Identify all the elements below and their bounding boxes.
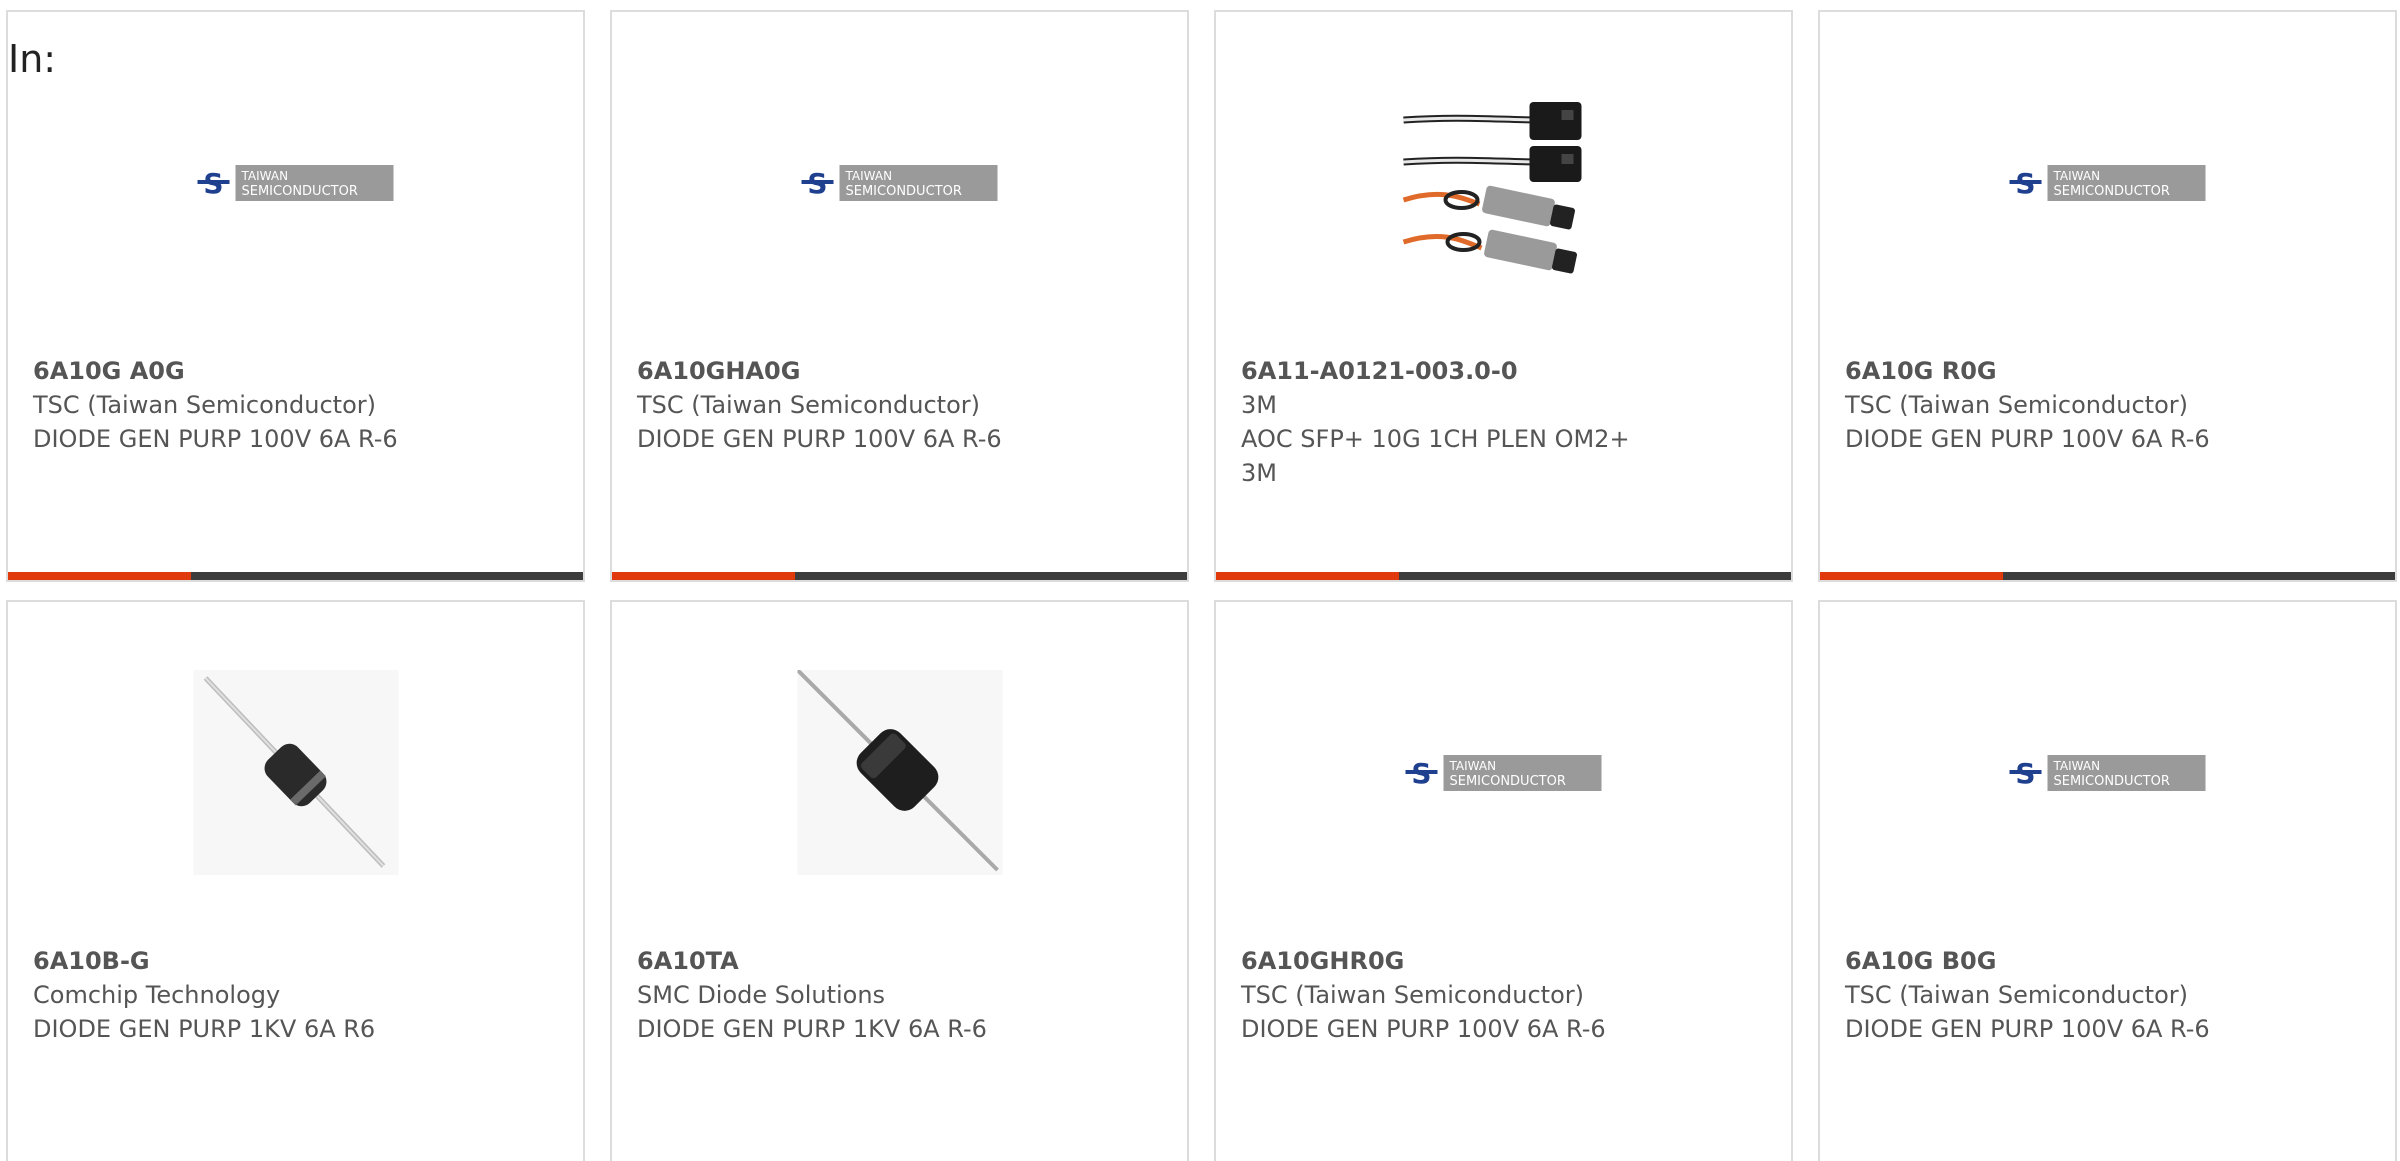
product-info: 6A10G R0G TSC (Taiwan Semiconductor) DIO… (1845, 354, 2375, 456)
manufacturer: TSC (Taiwan Semiconductor) (1241, 981, 1584, 1009)
tsc-logo-icon: S TAIWAN SEMICONDUCTOR (799, 163, 1000, 203)
svg-text:TAIWAN: TAIWAN (845, 169, 893, 183)
card-bottom-bar (1216, 572, 1791, 580)
part-number-link[interactable]: 6A10G R0G (1845, 354, 2375, 388)
part-number-link[interactable]: 6A11-A0121-003.0-0 (1241, 354, 1771, 388)
card-accent-bar (1820, 572, 2003, 580)
in-label: In: (8, 37, 57, 81)
card-bottom-bar (8, 572, 583, 580)
extra-line: 3M (1241, 459, 1277, 487)
product-grid-page: In: S TAIWAN SEMICONDUCTOR 6A10G A0G TSC… (0, 0, 2400, 1161)
manufacturer: TSC (Taiwan Semiconductor) (1845, 391, 2188, 419)
sfp-cable-icon (1402, 102, 1581, 274)
tsc-logo-icon: S TAIWAN SEMICONDUCTOR (2007, 163, 2208, 203)
description: DIODE GEN PURP 1KV 6A R6 (33, 1015, 376, 1043)
card-accent-bar (8, 572, 191, 580)
part-number-link[interactable]: 6A10B-G (33, 944, 563, 978)
product-card[interactable]: 6A10TA SMC Diode Solutions DIODE GEN PUR… (610, 600, 1189, 1161)
product-card[interactable]: S TAIWAN SEMICONDUCTOR 6A10GHA0G TSC (Ta… (610, 10, 1189, 582)
svg-text:SEMICONDUCTOR: SEMICONDUCTOR (1450, 774, 1566, 789)
product-info: 6A10G A0G TSC (Taiwan Semiconductor) DIO… (33, 354, 563, 456)
description: DIODE GEN PURP 100V 6A R-6 (1845, 425, 2210, 453)
product-card[interactable]: S TAIWAN SEMICONDUCTOR 6A10G R0G TSC (Ta… (1818, 10, 2397, 582)
svg-text:SEMICONDUCTOR: SEMICONDUCTOR (2054, 774, 2170, 789)
svg-text:SEMICONDUCTOR: SEMICONDUCTOR (846, 184, 962, 199)
product-card[interactable]: 6A11-A0121-003.0-0 3M AOC SFP+ 10G 1CH P… (1214, 10, 1793, 582)
tsc-logo-icon: S TAIWAN SEMICONDUCTOR (195, 163, 396, 203)
product-image[interactable]: S TAIWAN SEMICONDUCTOR (2005, 670, 2210, 875)
product-image[interactable] (1401, 80, 1606, 285)
product-card[interactable]: S TAIWAN SEMICONDUCTOR 6A10G A0G TSC (Ta… (6, 10, 585, 582)
part-number-link[interactable]: 6A10G B0G (1845, 944, 2375, 978)
manufacturer: TSC (Taiwan Semiconductor) (1845, 981, 2188, 1009)
card-bottom-bar (612, 572, 1187, 580)
product-info: 6A10G B0G TSC (Taiwan Semiconductor) DIO… (1845, 944, 2375, 1046)
part-number-link[interactable]: 6A10TA (637, 944, 1167, 978)
part-number-link[interactable]: 6A10GHA0G (637, 354, 1167, 388)
product-image[interactable]: S TAIWAN SEMICONDUCTOR (797, 80, 1002, 285)
svg-text:TAIWAN: TAIWAN (2053, 759, 2101, 773)
product-card[interactable]: S TAIWAN SEMICONDUCTOR 6A10G B0G TSC (Ta… (1818, 600, 2397, 1161)
manufacturer: 3M (1241, 391, 1277, 419)
description: DIODE GEN PURP 100V 6A R-6 (1845, 1015, 2210, 1043)
diode-icon (797, 670, 1002, 875)
product-card[interactable]: 6A10B-G Comchip Technology DIODE GEN PUR… (6, 600, 585, 1161)
svg-text:TAIWAN: TAIWAN (2053, 169, 2101, 183)
svg-text:SEMICONDUCTOR: SEMICONDUCTOR (242, 184, 358, 199)
product-image[interactable]: S TAIWAN SEMICONDUCTOR (193, 80, 398, 285)
card-accent-bar (1216, 572, 1399, 580)
manufacturer: TSC (Taiwan Semiconductor) (33, 391, 376, 419)
product-image[interactable]: S TAIWAN SEMICONDUCTOR (1401, 670, 1606, 875)
product-image[interactable]: S TAIWAN SEMICONDUCTOR (2005, 80, 2210, 285)
description: DIODE GEN PURP 100V 6A R-6 (1241, 1015, 1606, 1043)
product-info: 6A10B-G Comchip Technology DIODE GEN PUR… (33, 944, 563, 1046)
product-info: 6A10GHA0G TSC (Taiwan Semiconductor) DIO… (637, 354, 1167, 456)
product-info: 6A11-A0121-003.0-0 3M AOC SFP+ 10G 1CH P… (1241, 354, 1771, 490)
svg-text:TAIWAN: TAIWAN (1449, 759, 1497, 773)
card-accent-bar (612, 572, 795, 580)
part-number-link[interactable]: 6A10GHR0G (1241, 944, 1771, 978)
product-image[interactable] (797, 670, 1002, 875)
description: DIODE GEN PURP 1KV 6A R-6 (637, 1015, 987, 1043)
svg-text:SEMICONDUCTOR: SEMICONDUCTOR (2054, 184, 2170, 199)
manufacturer: Comchip Technology (33, 981, 281, 1009)
product-info: 6A10GHR0G TSC (Taiwan Semiconductor) DIO… (1241, 944, 1771, 1046)
svg-text:TAIWAN: TAIWAN (241, 169, 289, 183)
product-info: 6A10TA SMC Diode Solutions DIODE GEN PUR… (637, 944, 1167, 1046)
product-image[interactable] (193, 670, 398, 875)
card-bottom-bar (1820, 572, 2395, 580)
tsc-logo-icon: S TAIWAN SEMICONDUCTOR (1403, 753, 1604, 793)
manufacturer: TSC (Taiwan Semiconductor) (637, 391, 980, 419)
description: AOC SFP+ 10G 1CH PLEN OM2+ (1241, 425, 1630, 453)
diode-icon (193, 670, 398, 875)
description: DIODE GEN PURP 100V 6A R-6 (637, 425, 1002, 453)
part-number-link[interactable]: 6A10G A0G (33, 354, 563, 388)
manufacturer: SMC Diode Solutions (637, 981, 886, 1009)
tsc-logo-icon: S TAIWAN SEMICONDUCTOR (2007, 753, 2208, 793)
description: DIODE GEN PURP 100V 6A R-6 (33, 425, 398, 453)
product-card[interactable]: S TAIWAN SEMICONDUCTOR 6A10GHR0G TSC (Ta… (1214, 600, 1793, 1161)
